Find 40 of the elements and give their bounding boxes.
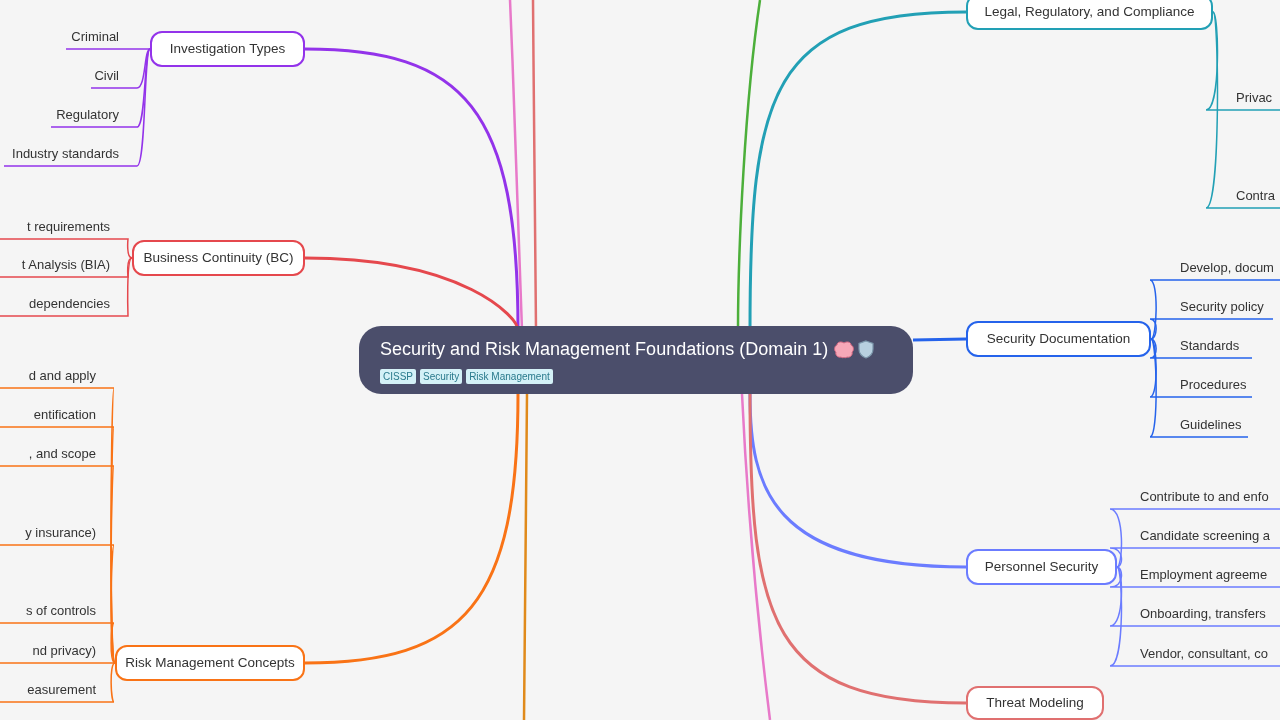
subtopic-text[interactable]: Candidate screening a (1140, 527, 1271, 544)
topic-node[interactable]: Threat Modeling (966, 686, 1104, 720)
tag: Security (420, 369, 463, 384)
topic-node[interactable]: Personnel Security (966, 549, 1117, 585)
topic-node[interactable]: Risk Management Concepts (115, 645, 305, 681)
subtopic-text[interactable]: t Analysis (BIA) (21, 256, 110, 273)
subtopic-text[interactable]: Employment agreeme (1140, 566, 1268, 583)
subtopic-text[interactable]: nd privacy) (32, 642, 96, 659)
subtopic-text[interactable]: y insurance) (25, 524, 96, 541)
subtopic-text[interactable]: Contra (1236, 187, 1276, 204)
shield-icon (857, 340, 876, 359)
central-topic[interactable]: Security and Risk Management Foundations (Domain 1) CISSP Security Risk Management (359, 326, 913, 394)
topic-node[interactable]: Legal, Regulatory, and Compliance (966, 0, 1213, 30)
subtopic-text[interactable]: Regulatory (56, 106, 119, 123)
tag: Risk Management (466, 369, 553, 384)
topic-node[interactable]: Investigation Types (150, 31, 305, 67)
subtopic-text[interactable]: Develop, docum (1180, 259, 1274, 276)
subtopic-text[interactable]: Onboarding, transfers (1140, 605, 1266, 622)
subtopic-text[interactable]: Procedures (1180, 376, 1247, 393)
subtopic-text[interactable]: Civil (94, 67, 119, 84)
central-topic-title: Security and Risk Management Foundations (Domain 1) (380, 338, 829, 361)
topic-node[interactable]: Business Continuity (BC) (132, 240, 305, 276)
subtopic-text[interactable]: Standards (1180, 337, 1240, 354)
subtopic-text[interactable]: Industry standards (12, 145, 119, 162)
topic-node[interactable]: Security Documentation (966, 321, 1151, 357)
subtopic-text[interactable]: t requirements (26, 218, 110, 235)
subtopic-text[interactable]: Criminal (71, 28, 119, 45)
subtopic-text[interactable]: entification (33, 406, 96, 423)
tag: CISSP (380, 369, 416, 384)
subtopic-text[interactable]: s of controls (25, 602, 96, 619)
subtopic-text[interactable]: Contribute to and enfo (1140, 488, 1269, 505)
subtopic-text[interactable]: Privac (1236, 89, 1273, 106)
subtopic-text[interactable]: d and apply (28, 367, 96, 384)
subtopic-text[interactable]: Vendor, consultant, co (1140, 645, 1268, 662)
subtopic-text[interactable]: Security policy (1180, 298, 1264, 315)
connector-line (912, 337, 967, 342)
subtopic-text[interactable]: dependencies (29, 295, 110, 312)
subtopic-text[interactable]: , and scope (28, 445, 96, 462)
subtopic-text[interactable]: Guidelines (1180, 416, 1242, 433)
subtopic-text[interactable]: easurement (27, 681, 96, 698)
